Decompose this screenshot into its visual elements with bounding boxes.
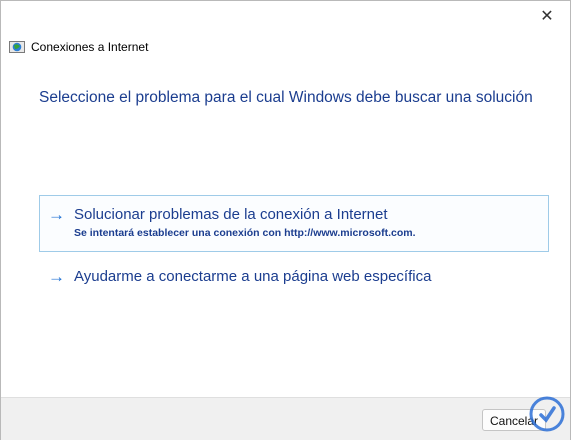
brand-logo [529,396,565,432]
arrow-right-icon: → [48,267,65,286]
window-title: Conexiones a Internet [31,40,149,54]
arrow-right-icon: → [48,205,65,224]
option-connect-specific-page[interactable]: → Ayudarme a conectarme a una página web… [39,257,549,297]
close-button[interactable]: ✕ [524,1,570,31]
dialog-footer: Cancelar [1,397,570,440]
option-title: Ayudarme a conectarme a una página web e… [74,268,432,285]
dialog-window: ✕ Conexiones a Internet Seleccione el pr… [0,0,571,440]
option-title: Solucionar problemas de la conexión a In… [74,206,388,223]
option-description: Se intentará establecer una conexión con… [74,227,416,239]
page-heading: Seleccione el problema para el cual Wind… [39,89,533,106]
close-icon: ✕ [540,8,554,25]
network-globe-icon [9,41,25,53]
title-bar: Conexiones a Internet [9,38,148,56]
option-troubleshoot-connection[interactable]: → Solucionar problemas de la conexión a … [39,195,549,252]
